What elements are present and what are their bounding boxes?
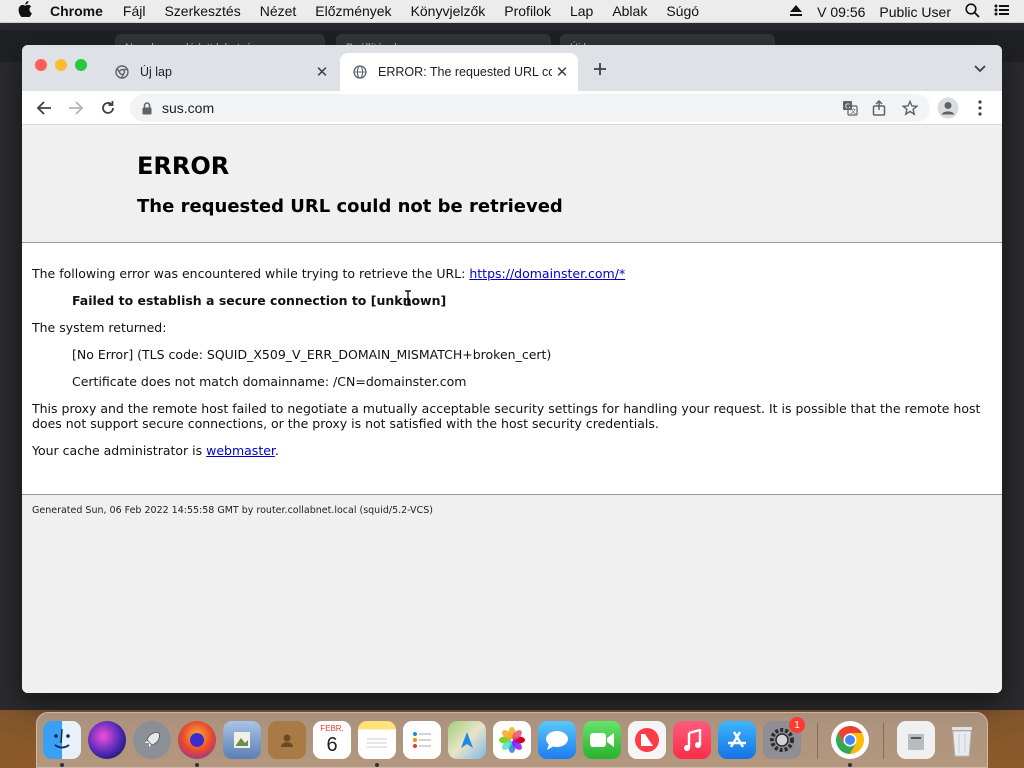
svg-text:文: 文 <box>850 108 856 116</box>
running-indicator <box>375 763 379 767</box>
address-bar[interactable]: sus.com G文 <box>130 94 930 122</box>
chrome-window: Új lap ✕ ERROR: The requested URL could … <box>22 45 1002 693</box>
tls-error-detail: [No Error] (TLS code: SQUID_X509_V_ERR_D… <box>72 347 552 362</box>
spotlight-search-icon[interactable] <box>965 2 980 21</box>
menu-clock[interactable]: V 09:56 <box>817 4 865 20</box>
finder-icon[interactable] <box>43 721 81 759</box>
share-icon[interactable] <box>872 100 886 116</box>
photos-icon[interactable] <box>493 721 531 759</box>
translate-icon[interactable]: G文 <box>842 100 858 116</box>
trash-icon[interactable] <box>943 721 981 759</box>
reminders-icon[interactable] <box>403 721 441 759</box>
tab-bar: Új lap ✕ ERROR: The requested URL could … <box>22 45 1002 91</box>
running-indicator <box>60 763 64 767</box>
firefox-icon[interactable] <box>178 721 216 759</box>
new-tab-button[interactable] <box>586 55 614 83</box>
more-menu-icon[interactable] <box>966 94 994 122</box>
menu-profiles[interactable]: Profilok <box>504 3 551 19</box>
dock-divider <box>817 723 818 759</box>
bookmark-star-icon[interactable] <box>902 100 918 116</box>
menu-window[interactable]: Ablak <box>612 3 647 19</box>
menu-view[interactable]: Nézet <box>260 3 297 19</box>
minimize-window-button[interactable] <box>55 59 67 71</box>
menu-user-name[interactable]: Public User <box>879 4 951 20</box>
error-header: ERROR The requested URL could not be ret… <box>22 125 1002 243</box>
url-text[interactable]: sus.com <box>162 100 214 116</box>
menu-file[interactable]: Fájl <box>123 3 146 19</box>
browser-toolbar: sus.com G文 <box>22 91 1002 125</box>
globe-icon <box>352 64 368 80</box>
error-intro: The following error was encountered whil… <box>32 266 987 281</box>
menu-edit[interactable]: Szerkesztés <box>164 3 240 19</box>
messages-icon[interactable] <box>538 721 576 759</box>
running-indicator <box>195 763 199 767</box>
news-icon[interactable] <box>628 721 666 759</box>
calendar-icon[interactable]: FEBR. 6 <box>313 721 351 759</box>
notes-icon[interactable] <box>358 721 396 759</box>
tab-error-page[interactable]: ERROR: The requested URL could not be re… <box>340 53 578 91</box>
error-body: The following error was encountered whil… <box>22 243 1002 495</box>
certificate-error-detail: Certificate does not match domainname: /… <box>72 374 467 389</box>
menu-help[interactable]: Súgó <box>666 3 699 19</box>
text-cursor-icon <box>404 290 412 309</box>
back-arrow-icon[interactable] <box>30 94 58 122</box>
cache-admin-line: Your cache administrator is webmaster. <box>32 443 987 458</box>
error-intro-text: The following error was encountered whil… <box>32 266 470 281</box>
music-icon[interactable] <box>673 721 711 759</box>
tab-title: Új lap <box>140 65 172 79</box>
maps-icon[interactable] <box>448 721 486 759</box>
google-chrome-icon[interactable] <box>831 721 869 759</box>
tab-search-chevron-down-icon[interactable] <box>966 55 994 83</box>
page-subtitle: The requested URL could not be retrieved <box>137 196 563 217</box>
siri-icon[interactable] <box>88 721 126 759</box>
system-returned-label: The system returned: <box>32 320 167 335</box>
notification-badge: 1 <box>789 717 805 733</box>
dock: FEBR. 6 1 <box>36 712 988 768</box>
dock-divider <box>883 723 884 759</box>
forward-arrow-icon[interactable] <box>62 94 90 122</box>
downloads-folder-icon[interactable] <box>897 721 935 759</box>
eject-icon[interactable] <box>789 4 803 20</box>
chrome-icon <box>114 64 130 80</box>
menu-bar: Chrome Fájl Szerkesztés Nézet Előzmények… <box>0 0 1024 23</box>
running-indicator <box>848 763 852 767</box>
page-title: ERROR <box>137 152 230 180</box>
facetime-icon[interactable] <box>583 721 621 759</box>
tab-title: ERROR: The requested URL could not be re… <box>378 65 552 79</box>
cache-admin-suffix: . <box>274 443 279 458</box>
reload-icon[interactable] <box>94 94 122 122</box>
close-window-button[interactable] <box>35 59 47 71</box>
calendar-day: 6 <box>326 734 338 756</box>
page-footer: Generated Sun, 06 Feb 2022 14:55:58 GMT … <box>32 505 433 516</box>
webmaster-link[interactable]: webmaster <box>206 443 275 458</box>
error-failure-message: Failed to establish a secure connection … <box>72 293 447 308</box>
close-tab-icon[interactable]: ✕ <box>312 62 332 82</box>
calendar-month: FEBR. <box>320 724 344 733</box>
app-store-icon[interactable] <box>718 721 756 759</box>
menu-tab[interactable]: Lap <box>570 3 593 19</box>
maximize-window-button[interactable] <box>75 59 87 71</box>
error-url-link[interactable]: https://domainster.com/* <box>469 266 625 281</box>
error-explanation: This proxy and the remote host failed to… <box>32 401 981 431</box>
error-page: ERROR The requested URL could not be ret… <box>22 125 1002 693</box>
profile-avatar-icon[interactable] <box>934 94 962 122</box>
menu-history[interactable]: Előzmények <box>315 3 391 19</box>
apple-menu-icon[interactable] <box>18 0 38 22</box>
cache-admin-prefix: Your cache administrator is <box>32 443 207 458</box>
close-tab-icon[interactable]: ✕ <box>552 62 572 82</box>
control-center-icon[interactable] <box>994 3 1010 20</box>
system-preferences-gear-icon[interactable]: 1 <box>763 717 805 759</box>
menu-app-name[interactable]: Chrome <box>50 3 103 19</box>
preview-icon[interactable] <box>223 721 261 759</box>
lock-icon[interactable] <box>142 101 152 115</box>
contacts-icon[interactable] <box>268 721 306 759</box>
launchpad-rocket-icon[interactable] <box>133 721 171 759</box>
tab-new-tab[interactable]: Új lap ✕ <box>102 53 338 91</box>
menu-bookmarks[interactable]: Könyvjelzők <box>411 3 486 19</box>
